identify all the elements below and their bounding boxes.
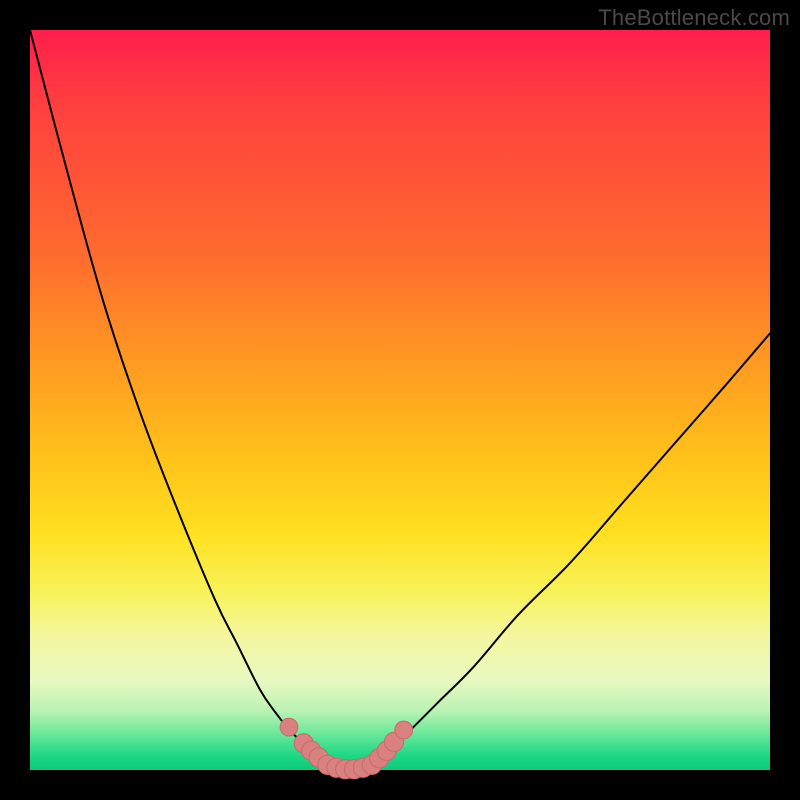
chart-svg xyxy=(30,30,770,770)
curve-layer xyxy=(30,30,770,770)
marker-layer xyxy=(280,718,412,779)
right-marker-upper xyxy=(395,721,413,739)
series-left-curve xyxy=(30,30,326,766)
attribution-text: TheBottleneck.com xyxy=(598,5,790,31)
series-right-curve xyxy=(370,333,770,765)
chart-frame: TheBottleneck.com xyxy=(0,0,800,800)
plot-area xyxy=(30,30,770,770)
left-marker-upper xyxy=(280,718,298,736)
